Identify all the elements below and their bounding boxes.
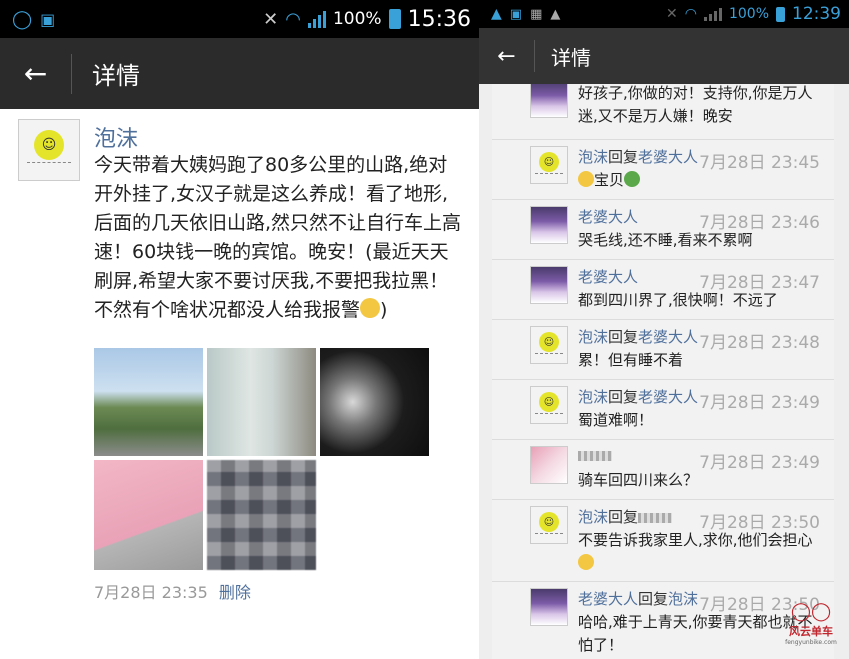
mute-icon: ✕	[263, 8, 279, 30]
image-icon: ▦	[530, 6, 543, 22]
comment-text: 不要告诉我家里人,求你,他们会担心	[578, 529, 822, 575]
avatar[interactable]	[530, 206, 568, 244]
warning-icon: ▲	[550, 6, 561, 22]
avatar[interactable]	[530, 588, 568, 626]
app-notification-icon: ▣	[509, 6, 523, 22]
signal-icon	[307, 10, 326, 28]
back-button[interactable]: ←	[0, 53, 72, 94]
comment-author[interactable]: 泡沫回复老婆大人	[578, 146, 698, 167]
post-meta: 7月28日 23:35 删除	[94, 579, 251, 603]
photo-thumbnail[interactable]	[94, 348, 203, 456]
status-bar: ◯ ▣ ✕ ◠ 100% 15:36	[0, 0, 479, 38]
comment-author[interactable]	[578, 446, 612, 464]
back-button[interactable]: ←	[479, 40, 535, 72]
comment-item[interactable]: 老婆大人 7月28日 23:47 都到四川界了,很快啊！不远了	[492, 260, 834, 320]
back-arrow-icon: ←	[23, 57, 48, 90]
masked-name	[578, 450, 612, 461]
comment-text: 累！但有睡不着	[578, 351, 684, 369]
avatar[interactable]	[530, 266, 568, 304]
watermark-logo: ◯◯ 风云单车 fengyunbike.com	[781, 601, 841, 651]
delete-button[interactable]: 删除	[219, 583, 251, 602]
avatar[interactable]: ☺	[530, 146, 568, 184]
moments-detail-screen: ◯ ▣ ✕ ◠ 100% 15:36 ← 详情 ☺ 泡沫 今天带着大姨妈跑了80…	[0, 0, 479, 659]
smiley-face-icon: ☺	[539, 332, 559, 352]
smiley-face-icon: ☺	[34, 130, 64, 160]
photo-thumbnail[interactable]	[94, 460, 203, 570]
page-title: 详情	[551, 45, 591, 70]
comment-author[interactable]: 老婆大人	[578, 206, 638, 227]
photo-thumbnail[interactable]	[320, 348, 429, 456]
alert-icon: ▲	[491, 6, 502, 22]
battery-percent: 100%	[728, 6, 769, 22]
moment-post: ☺ 泡沫 今天带着大姨妈跑了80多公里的山路,绝对开外挂了,女汉子就是这么养成！…	[0, 109, 479, 659]
comment-text: 都到四川界了,很快啊！不远了	[578, 291, 778, 309]
comment-item[interactable]: ☺ 泡沫回复 7月28日 23:50 不要告诉我家里人,求你,他们会担心	[492, 500, 834, 582]
comment-item[interactable]: ☺ 泡沫回复老婆大人 7月28日 23:45 宝贝	[492, 140, 834, 200]
comment-author[interactable]: 老婆大人	[578, 266, 638, 287]
comment-item[interactable]: 老婆大人 7月28日 23:46 哭毛线,还不睡,看来不累啊	[492, 200, 834, 260]
emoji-icon	[360, 298, 381, 318]
post-date: 7月28日	[94, 583, 157, 602]
comment-text: 宝贝	[578, 169, 822, 192]
battery-percent: 100%	[332, 9, 382, 29]
app-notification-icon: ▣	[40, 9, 56, 29]
wifi-icon: ◠	[285, 8, 301, 30]
emoji-icon	[578, 171, 594, 187]
photo-thumbnail[interactable]	[207, 460, 316, 570]
battery-icon	[388, 9, 401, 29]
avatar[interactable]: ☺	[530, 506, 568, 544]
photo-thumbnail[interactable]	[207, 348, 316, 456]
comment-author[interactable]: 泡沫回复老婆大人	[578, 326, 698, 347]
bicycle-icon: ◯◯	[790, 601, 832, 622]
clock: 15:36	[407, 6, 471, 32]
post-content: 今天带着大姨妈跑了80多公里的山路,绝对开外挂了,女汉子就是这么养成！看了地形,…	[94, 151, 466, 325]
comment-item[interactable]: 好孩子,你做的对！支持你,你是万人迷,又不是万人嫌！晚安	[492, 84, 834, 140]
page-title: 详情	[92, 62, 140, 90]
emoji-icon	[578, 554, 594, 570]
comments-screen: ▲ ▣ ▦ ▲ ✕ ◠ 100% 12:39 ← 详情 好孩子,你做的对！支持你…	[479, 0, 849, 659]
emoji-icon	[624, 171, 641, 187]
comment-author[interactable]: 老婆大人回复泡沫	[578, 588, 698, 609]
avatar[interactable]: ☺	[530, 386, 568, 424]
wifi-icon: ◠	[684, 6, 697, 22]
comment-item[interactable]: ☺ 泡沫回复老婆大人 7月28日 23:48 累！但有睡不着	[492, 320, 834, 380]
smiley-face-icon: ☺	[539, 392, 559, 412]
comment-text: 哭毛线,还不睡,看来不累啊	[578, 231, 753, 249]
post-text-end: )	[380, 299, 388, 321]
avatar[interactable]	[530, 84, 568, 118]
comment-text: 蜀道难啊！	[578, 411, 654, 429]
smiley-face-icon: ☺	[539, 512, 559, 532]
post-author[interactable]: 泡沫	[94, 121, 138, 153]
avatar[interactable]	[530, 446, 568, 484]
comment-text: 好孩子,你做的对！支持你,你是万人迷,又不是万人嫌！晚安	[578, 84, 813, 125]
comment-list[interactable]: 好孩子,你做的对！支持你,你是万人迷,又不是万人嫌！晚安 ☺ 泡沫回复老婆大人 …	[492, 84, 834, 659]
battery-icon	[776, 6, 785, 22]
comment-text: 骑车回四川来么？	[578, 471, 699, 489]
comment-item[interactable]: 7月28日 23:49 骑车回四川来么？	[492, 440, 834, 500]
status-bar: ▲ ▣ ▦ ▲ ✕ ◠ 100% 12:39	[479, 0, 849, 28]
comment-item[interactable]: ☺ 泡沫回复老婆大人 7月28日 23:49 蜀道难啊！	[492, 380, 834, 440]
watermark-name: 风云单车	[789, 625, 833, 638]
post-time: 23:35	[161, 583, 208, 602]
signal-icon	[703, 7, 722, 21]
title-bar: ← 详情	[0, 38, 479, 109]
comment-author[interactable]: 泡沫回复	[578, 506, 673, 527]
masked-name	[638, 512, 673, 523]
avatar[interactable]: ☺	[530, 326, 568, 364]
back-arrow-icon: ←	[497, 43, 516, 69]
clock: 12:39	[792, 4, 841, 24]
comment-author[interactable]: 泡沫回复老婆大人	[578, 386, 698, 407]
title-bar: ← 详情	[479, 28, 849, 84]
watermark-url: fengyunbike.com	[785, 639, 837, 646]
post-text: 今天带着大姨妈跑了80多公里的山路,绝对开外挂了,女汉子就是这么养成！看了地形,…	[94, 154, 462, 321]
avatar[interactable]: ☺	[18, 119, 80, 181]
smiley-face-icon: ☺	[539, 152, 559, 172]
qq-icon: ◯	[12, 8, 33, 30]
mute-icon: ✕	[666, 6, 678, 22]
